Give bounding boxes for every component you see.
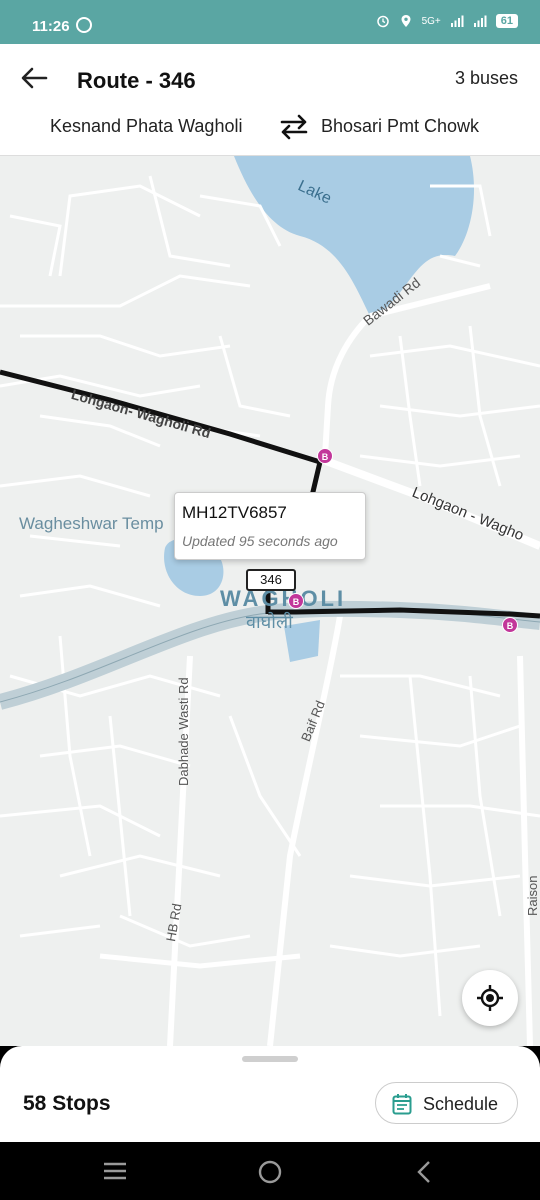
bus-stop-pin[interactable]: B <box>317 448 333 464</box>
route-title: Route - 346 <box>77 68 196 93</box>
to-stop: Bhosari Pmt Chowk <box>321 116 480 136</box>
schedule-button[interactable]: Schedule <box>375 1082 518 1124</box>
back-arrow-icon[interactable] <box>18 64 50 92</box>
signal-icon <box>450 15 464 27</box>
my-location-button[interactable] <box>462 970 518 1026</box>
bus-updated-time: Updated 95 seconds ago <box>182 533 338 549</box>
whatsapp-icon <box>76 17 92 33</box>
status-bar: 11:26 5G+ 61 <box>0 0 540 44</box>
place-wagholi-local: वाघोली <box>246 612 293 632</box>
schedule-label: Schedule <box>423 1094 499 1114</box>
route-map[interactable]: Lake Bawadi Rd Lohgaon- Wagholi Rd Lohga… <box>0 156 540 1046</box>
swap-direction-icon[interactable] <box>278 114 310 140</box>
bottom-sheet[interactable]: 58 Stops Schedule <box>0 1046 540 1142</box>
signal-icon-2 <box>473 15 487 27</box>
status-icons: 5G+ 61 <box>376 14 518 28</box>
bus-info-popup[interactable]: MH12TV6857 Updated 95 seconds ago <box>174 492 366 560</box>
network-type: 5G+ <box>421 15 441 27</box>
route-header: Route - 346 3 buses Kesnand Phata Waghol… <box>0 44 540 156</box>
crosshair-icon <box>477 985 503 1011</box>
home-icon[interactable] <box>257 1159 283 1185</box>
lake-water <box>234 156 475 317</box>
road-label-raison: Raison <box>525 875 540 916</box>
bus-count: 3 buses <box>454 68 518 88</box>
stops-count: 58 Stops <box>23 1092 111 1115</box>
status-time: 11:26 <box>32 18 70 35</box>
system-nav-bar <box>0 1142 540 1200</box>
bus-stop-pin[interactable]: B <box>502 617 518 633</box>
bus-stop-pin[interactable]: B <box>288 593 304 609</box>
calendar-icon <box>392 1094 412 1115</box>
bus-plate: MH12TV6857 <box>182 503 287 522</box>
location-icon <box>401 15 411 27</box>
place-temple: Wagheshwar Temp <box>19 514 164 533</box>
drag-handle[interactable] <box>242 1056 298 1062</box>
alarm-icon <box>376 15 389 28</box>
bus-marker[interactable]: 346 <box>246 569 296 591</box>
road-label-dabhade: Dabhade Wasti Rd <box>176 677 191 786</box>
from-stop: Kesnand Phata Wagholi <box>50 116 243 136</box>
recent-apps-icon[interactable] <box>102 1159 128 1183</box>
battery-level: 61 <box>495 14 518 28</box>
back-nav-icon[interactable] <box>414 1159 434 1185</box>
